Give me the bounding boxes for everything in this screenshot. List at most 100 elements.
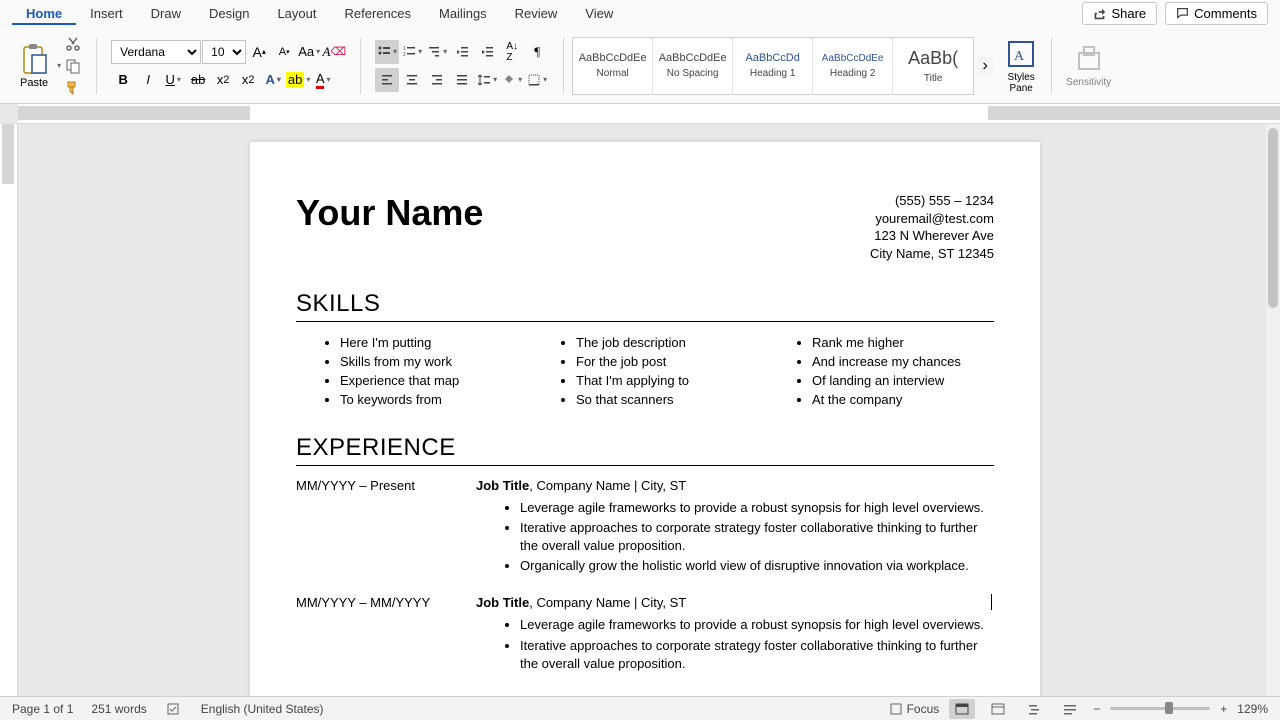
- numbering-button[interactable]: 12▾: [400, 40, 424, 64]
- align-center-button[interactable]: [400, 68, 424, 92]
- experience-date: MM/YYYY – Present: [296, 478, 456, 578]
- zoom-slider[interactable]: [1110, 707, 1210, 710]
- skills-heading: SKILLS: [296, 290, 994, 318]
- focus-button[interactable]: Focus: [889, 702, 940, 716]
- sort-button[interactable]: A↓Z: [500, 40, 524, 64]
- menu-tab-references[interactable]: References: [331, 2, 425, 25]
- comments-button[interactable]: Comments: [1165, 2, 1268, 25]
- zoom-level[interactable]: 129%: [1237, 702, 1268, 716]
- menu-tab-layout[interactable]: Layout: [263, 2, 330, 25]
- menu-tab-design[interactable]: Design: [195, 2, 263, 25]
- chevron-down-icon[interactable]: ▾: [57, 61, 61, 70]
- sensitivity-icon: [1073, 43, 1105, 75]
- page-indicator[interactable]: Page 1 of 1: [12, 702, 73, 716]
- font-name-select[interactable]: Verdana: [111, 40, 201, 64]
- skill-item: Experience that map: [340, 372, 522, 391]
- sensitivity-button[interactable]: Sensitivity: [1060, 43, 1117, 88]
- styles-pane-button[interactable]: A Styles Pane: [999, 38, 1043, 94]
- menu-tab-insert[interactable]: Insert: [76, 2, 137, 25]
- skills-columns: Here I'm puttingSkills from my workExper…: [296, 334, 994, 409]
- experience-entry: MM/YYYY – MM/YYYY Job Title, Company Nam…: [296, 595, 994, 675]
- paste-label: Paste: [20, 77, 48, 89]
- text-effects-button[interactable]: A▾: [261, 68, 285, 92]
- divider: [296, 321, 994, 322]
- font-size-select[interactable]: 10: [202, 40, 246, 64]
- document-page[interactable]: Your Name (555) 555 – 1234 youremail@tes…: [250, 142, 1040, 696]
- align-right-button[interactable]: [425, 68, 449, 92]
- style-normal[interactable]: AaBbCcDdEeNormal: [573, 38, 653, 94]
- underline-button[interactable]: U▾: [161, 68, 185, 92]
- style-heading-2[interactable]: AaBbCcDdEeHeading 2: [813, 38, 893, 94]
- shrink-font-button[interactable]: A▾: [272, 40, 296, 64]
- skills-column: Rank me higherAnd increase my chancesOf …: [788, 334, 994, 409]
- highlight-button[interactable]: ab▾: [286, 68, 310, 92]
- resume-name: Your Name: [296, 192, 483, 234]
- document-canvas: Your Name (555) 555 – 1234 youremail@tes…: [0, 124, 1280, 696]
- draft-view-button[interactable]: [1057, 699, 1083, 719]
- status-bar: Page 1 of 1 251 words English (United St…: [0, 696, 1280, 720]
- strike-button[interactable]: ab: [186, 68, 210, 92]
- menu-tab-home[interactable]: Home: [12, 2, 76, 25]
- skill-item: For the job post: [576, 353, 758, 372]
- menu-tab-draw[interactable]: Draw: [137, 2, 195, 25]
- subscript-button[interactable]: x2: [211, 68, 235, 92]
- skill-item: Rank me higher: [812, 334, 994, 353]
- outdent-button[interactable]: [450, 40, 474, 64]
- borders-button[interactable]: ▾: [525, 68, 549, 92]
- contact-block: (555) 555 – 1234 youremail@test.com 123 …: [870, 192, 994, 262]
- styles-more-button[interactable]: ›: [977, 57, 993, 75]
- superscript-button[interactable]: x2: [236, 68, 260, 92]
- font-color-button[interactable]: A▾: [311, 68, 335, 92]
- svg-text:2: 2: [403, 52, 406, 58]
- shading-button[interactable]: ▾: [500, 68, 524, 92]
- align-left-button[interactable]: [375, 68, 399, 92]
- bold-button[interactable]: B: [111, 68, 135, 92]
- outline-view-button[interactable]: [1021, 699, 1047, 719]
- zoom-out-button[interactable]: −: [1093, 702, 1100, 716]
- skill-item: The job description: [576, 334, 758, 353]
- vertical-ruler[interactable]: [0, 124, 18, 696]
- style-no-spacing[interactable]: AaBbCcDdEeNo Spacing: [653, 38, 733, 94]
- menu-tab-review[interactable]: Review: [501, 2, 572, 25]
- format-painter-icon[interactable]: [64, 79, 82, 97]
- experience-bullet: Iterative approaches to corporate strate…: [520, 637, 994, 673]
- zoom-thumb[interactable]: [1165, 702, 1173, 714]
- share-button[interactable]: Share: [1082, 2, 1157, 25]
- zoom-in-button[interactable]: +: [1220, 702, 1227, 716]
- scrollbar-thumb[interactable]: [1268, 128, 1278, 308]
- cut-icon[interactable]: [64, 35, 82, 53]
- line-spacing-button[interactable]: ▾: [475, 68, 499, 92]
- web-layout-view-button[interactable]: [985, 699, 1011, 719]
- language-indicator[interactable]: English (United States): [201, 702, 324, 716]
- bullets-button[interactable]: ▾: [375, 40, 399, 64]
- italic-button[interactable]: I: [136, 68, 160, 92]
- justify-button[interactable]: [450, 68, 474, 92]
- skills-column: The job descriptionFor the job postThat …: [552, 334, 758, 409]
- indent-button[interactable]: [475, 40, 499, 64]
- style-title[interactable]: AaBb(Title: [893, 38, 973, 94]
- vertical-scrollbar[interactable]: [1266, 124, 1280, 696]
- copy-icon[interactable]: [64, 57, 82, 75]
- styles-pane-icon: A: [1005, 38, 1037, 70]
- multilevel-button[interactable]: ▾: [425, 40, 449, 64]
- experience-bullet: Iterative approaches to corporate strate…: [520, 519, 994, 555]
- skill-item: At the company: [812, 391, 994, 410]
- skills-column: Here I'm puttingSkills from my workExper…: [316, 334, 522, 409]
- experience-bullet: Leverage agile frameworks to provide a r…: [520, 616, 994, 634]
- change-case-button[interactable]: Aa▾: [297, 40, 321, 64]
- grow-font-button[interactable]: A▴: [247, 40, 271, 64]
- horizontal-ruler[interactable]: [18, 104, 1280, 124]
- styles-gallery[interactable]: AaBbCcDdEeNormalAaBbCcDdEeNo SpacingAaBb…: [572, 37, 974, 95]
- print-layout-view-button[interactable]: [949, 699, 975, 719]
- paste-button[interactable]: Paste: [16, 39, 52, 93]
- menu-tab-view[interactable]: View: [571, 2, 627, 25]
- spellcheck-icon[interactable]: [165, 700, 183, 718]
- show-marks-button[interactable]: ¶: [525, 40, 549, 64]
- clear-format-button[interactable]: A⌫: [322, 40, 346, 64]
- skill-item: Here I'm putting: [340, 334, 522, 353]
- experience-bullet: Leverage agile frameworks to provide a r…: [520, 499, 994, 517]
- style-heading-1[interactable]: AaBbCcDdHeading 1: [733, 38, 813, 94]
- menu-bar: HomeInsertDrawDesignLayoutReferencesMail…: [0, 0, 1280, 28]
- word-count[interactable]: 251 words: [91, 702, 146, 716]
- menu-tab-mailings[interactable]: Mailings: [425, 2, 501, 25]
